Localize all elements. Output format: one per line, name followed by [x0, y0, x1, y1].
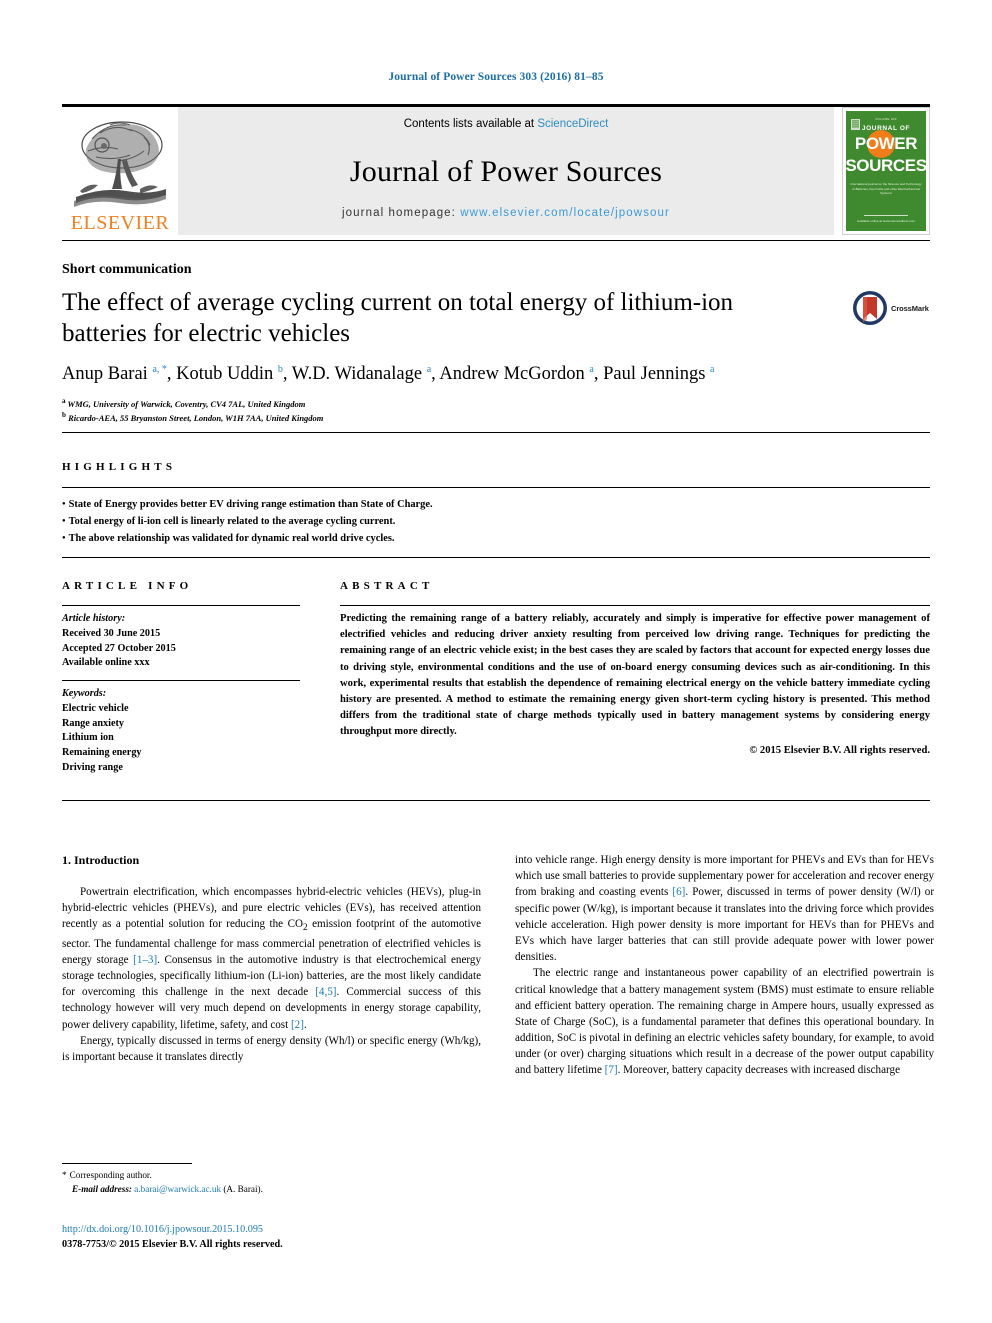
body-paragraph: into vehicle range. High energy density … [515, 854, 935, 964]
highlight-item: The above relationship was validated for… [62, 531, 930, 548]
contents-prefix: Contents lists available at [403, 118, 538, 130]
article-history-item: Available online xxx [62, 657, 150, 669]
abstract-rule [340, 605, 930, 607]
body-paragraph: Powertrain electrification, which encomp… [62, 885, 482, 1031]
highlights-list: State of Energy provides better EV drivi… [62, 497, 930, 548]
masthead-banner: Contents lists available at ScienceDirec… [178, 107, 834, 235]
issn-copyright-line: 0378-7753/© 2015 Elsevier B.V. All right… [62, 1239, 283, 1251]
keywords-heading: Keywords: [62, 688, 107, 700]
highlight-item: Total energy of li-ion cell is linearly … [62, 514, 930, 531]
footnote-block: * Corresponding author. E-mail address: a… [62, 1169, 481, 1197]
sciencedirect-link[interactable]: ScienceDirect [537, 118, 608, 130]
affiliation-list: a WMG, University of Warwick, Coventry, … [62, 396, 930, 424]
cover-power-word: POWER [854, 134, 918, 153]
keyword-item: Lithium ion [62, 732, 114, 744]
section-heading-introduction: 1. Introduction [62, 853, 140, 867]
body-paragraph: The electric range and instantaneous pow… [515, 967, 934, 1077]
body-column-right: into vehicle range. High energy density … [515, 852, 934, 1079]
author-list: Anup Barai a, *, Kotub Uddin b, W.D. Wid… [62, 364, 715, 385]
cover-footer: Available online at www.sciencedirect.co… [846, 215, 926, 224]
highlights-heading: HIGHLIGHTS [62, 461, 177, 473]
keyword-item: Range anxiety [62, 717, 124, 729]
journal-homepage-line: journal homepage: www.elsevier.com/locat… [178, 207, 834, 219]
keyword-item: Driving range [62, 762, 123, 774]
article-history-item: Accepted 27 October 2015 [62, 642, 176, 654]
cover-issue-line: VOLUME 303 [875, 117, 897, 121]
elsevier-logo: ELSEVIER [62, 107, 178, 235]
abstract-block: Predicting the remaining range of a batt… [340, 611, 930, 759]
masthead-bottom-rule [62, 240, 930, 241]
abstract-copyright: © 2015 Elsevier B.V. All rights reserved… [749, 744, 930, 756]
article-title: The effect of average cycling current on… [62, 289, 734, 348]
abstract-text: Predicting the remaining range of a batt… [340, 613, 930, 738]
journal-masthead: ELSEVIER Contents lists available at Sci… [62, 107, 930, 235]
elsevier-tree-icon [66, 115, 174, 213]
body-paragraph: Energy, typically discussed in terms of … [62, 1034, 481, 1063]
abstract-bottom-rule [62, 800, 930, 801]
affiliation-b: b Ricardo-AEA, 55 Bryanston Street, Lond… [62, 411, 324, 423]
cover-blurb: International journal on the Science and… [850, 182, 922, 196]
journal-title: Journal of Power Sources [349, 155, 663, 188]
cover-publisher-mark [851, 119, 860, 130]
keyword-item: Remaining energy [62, 747, 142, 759]
asterisk-icon: * [62, 1170, 67, 1180]
body-column-left: 1. Introduction Powertrain electrificati… [62, 852, 481, 1065]
article-info-block: Article history: Received 30 June 2015 A… [62, 612, 300, 776]
doi-link[interactable]: http://dx.doi.org/10.1016/j.jpowsour.201… [62, 1222, 481, 1237]
email-suffix: (A. Barai). [223, 1183, 263, 1194]
homepage-url[interactable]: www.elsevier.com/locate/jpowsour [460, 207, 670, 219]
article-info-heading: ARTICLE INFO [62, 580, 193, 592]
running-head: Journal of Power Sources 303 (2016) 81–8… [388, 71, 604, 83]
email-link[interactable]: a.barai@warwick.ac.uk [134, 1184, 221, 1194]
crossmark-label: CrossMark [891, 303, 929, 313]
email-note: E-mail address: a.barai@warwick.ac.uk (A… [62, 1183, 481, 1197]
keyword-item: Electric vehicle [62, 702, 129, 714]
homepage-prefix: journal homepage: [342, 207, 461, 219]
journal-cover-thumbnail: VOLUME 303 JOURNAL OF POWER SOURCES Inte… [842, 107, 930, 235]
crossmark-badge[interactable]: CrossMark [852, 288, 930, 328]
corresponding-author-text: Corresponding author. [69, 1170, 152, 1180]
article-history-item: Received 30 June 2015 [62, 627, 161, 639]
highlights-bottom-rule [62, 557, 930, 558]
cover-footer-text: Available online at www.sciencedirect.co… [856, 219, 916, 224]
article-page: Journal of Power Sources 303 (2016) 81–8… [0, 0, 992, 1323]
doi-block: http://dx.doi.org/10.1016/j.jpowsour.201… [62, 1222, 481, 1253]
elsevier-wordmark: ELSEVIER [70, 212, 170, 234]
email-label: E-mail address: [72, 1183, 132, 1194]
footnote-rule [62, 1163, 192, 1164]
highlights-rule [62, 487, 930, 489]
article-history-heading: Article history: [62, 613, 126, 624]
cover-power-block: POWER [847, 130, 925, 158]
highlight-item: State of Energy provides better EV drivi… [62, 497, 930, 514]
article-info-divider [62, 680, 300, 682]
abstract-heading: ABSTRACT [340, 580, 434, 592]
cover-sources-word: SOURCES [846, 156, 926, 175]
article-type-label: Short communication [62, 262, 192, 277]
crossmark-icon [853, 291, 887, 325]
affiliation-a: a WMG, University of Warwick, Coventry, … [62, 397, 306, 409]
article-info-rule [62, 605, 300, 607]
authors-bottom-rule [62, 432, 930, 433]
contents-list-line: Contents lists available at ScienceDirec… [404, 118, 609, 130]
corresponding-author-note: * Corresponding author. [62, 1169, 481, 1183]
